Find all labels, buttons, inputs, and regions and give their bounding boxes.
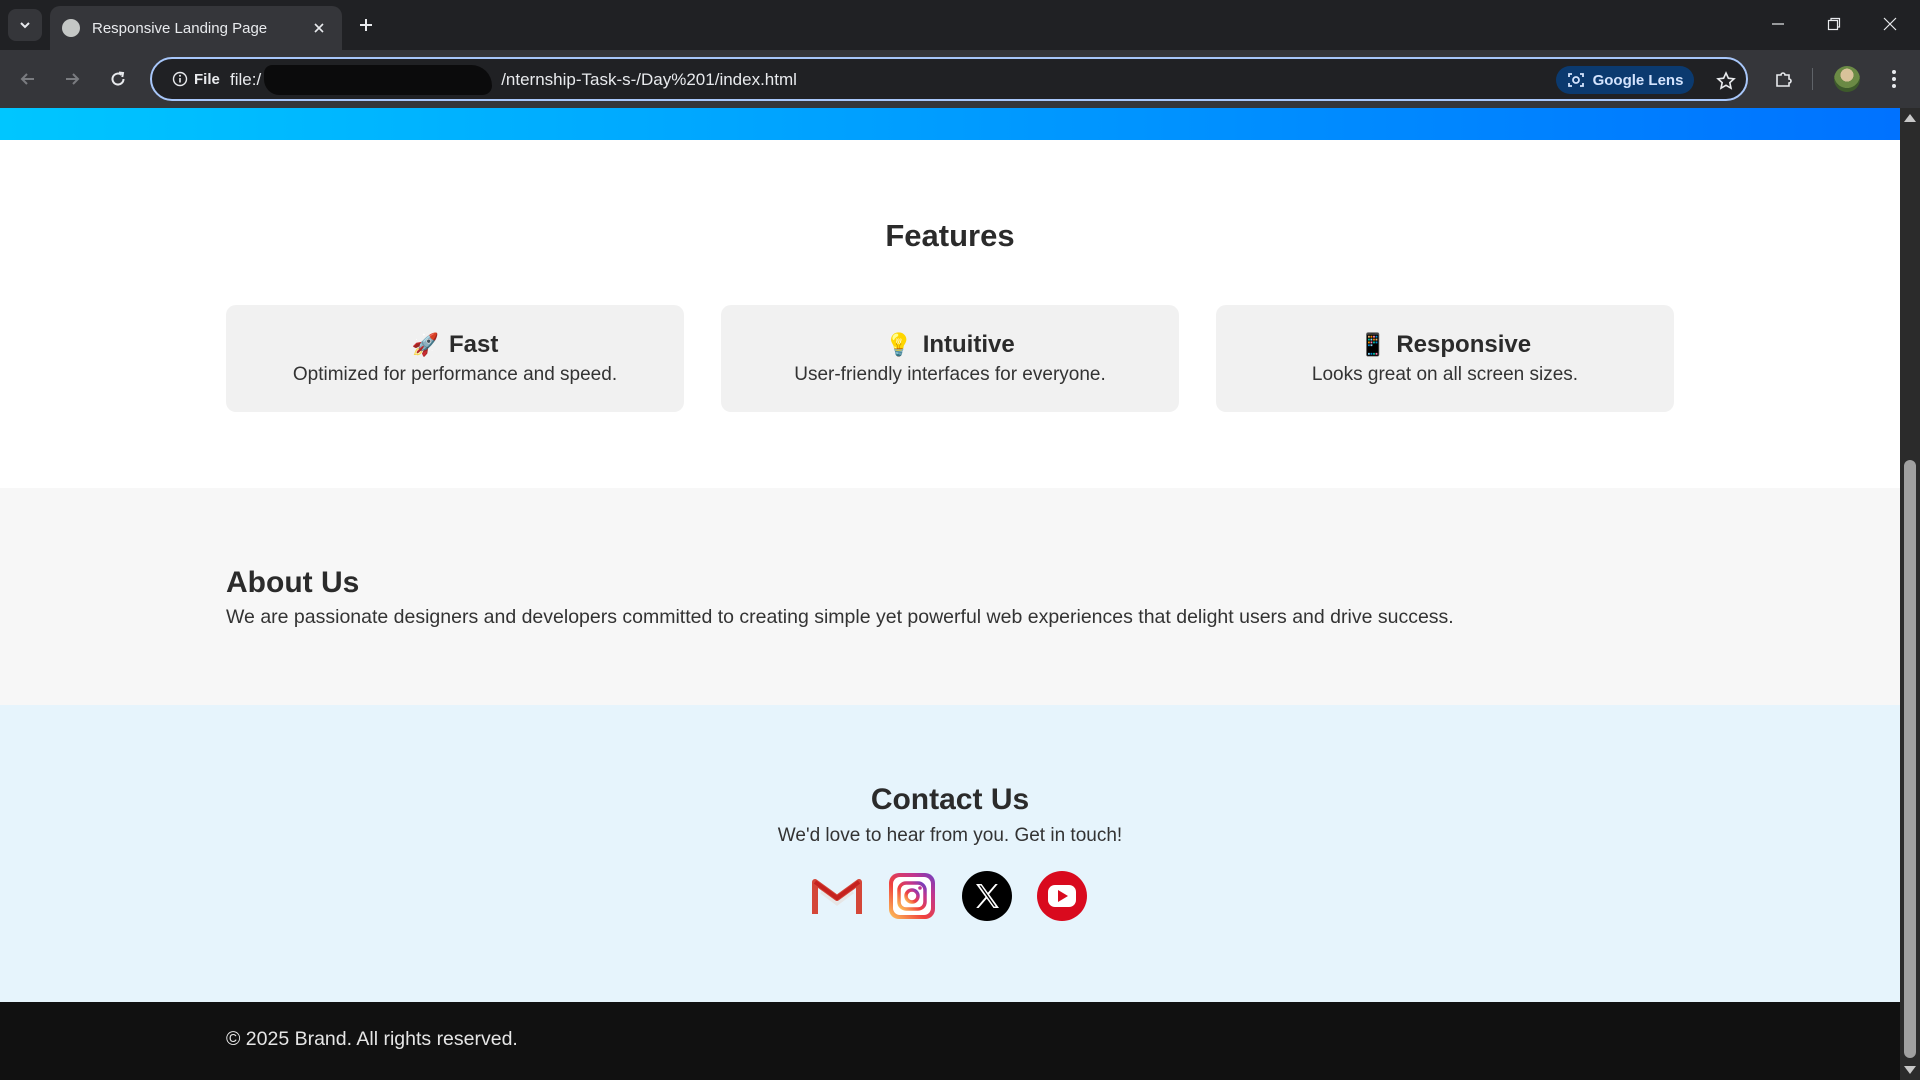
address-bar[interactable]: File file:/ /nternship-Task-s-/Day%201/in… — [150, 57, 1748, 101]
tab-search-button[interactable] — [8, 9, 42, 41]
about-text: We are passionate designers and develope… — [226, 606, 1454, 628]
page-viewport: Features 🚀 Fast Optimized for performanc… — [0, 108, 1900, 1080]
instagram-icon — [889, 873, 935, 919]
footer-copyright: © 2025 Brand. All rights reserved. — [226, 1028, 518, 1050]
feature-cards: 🚀 Fast Optimized for performance and spe… — [226, 305, 1674, 412]
extensions-button[interactable] — [1766, 61, 1802, 97]
redaction-scribble — [264, 65, 492, 95]
window-close-button[interactable] — [1862, 0, 1918, 48]
feature-card-responsive: 📱 Responsive Looks great on all screen s… — [1216, 305, 1674, 412]
browser-tab[interactable]: Responsive Landing Page — [50, 6, 342, 50]
x-link[interactable] — [962, 871, 1012, 921]
google-lens-button[interactable]: Google Lens — [1556, 66, 1694, 94]
youtube-icon — [1037, 871, 1087, 921]
restore-button[interactable] — [1806, 0, 1862, 48]
gmail-link[interactable] — [812, 871, 862, 921]
site-chip-label: File — [194, 70, 220, 88]
url-suffix: /nternship-Task-s-/Day%201/index.html — [501, 70, 797, 89]
about-section: About Us We are passionate designers and… — [0, 488, 1900, 705]
close-icon — [1883, 17, 1897, 31]
instagram-link[interactable] — [887, 871, 937, 921]
kebab-menu-icon — [1892, 70, 1896, 88]
x-icon — [962, 871, 1012, 921]
feature-card-desc: Optimized for performance and speed. — [292, 364, 618, 385]
scroll-down-arrow-icon[interactable] — [1904, 1066, 1916, 1074]
site-info-chip[interactable]: File — [164, 66, 228, 92]
star-icon — [1716, 71, 1736, 90]
youtube-link[interactable] — [1037, 871, 1087, 921]
url-prefix: file:/ — [230, 70, 262, 89]
contact-subtitle: We'd love to hear from you. Get in touch… — [777, 825, 1123, 846]
new-tab-button[interactable] — [352, 11, 380, 39]
info-icon — [172, 71, 188, 87]
minimize-button[interactable] — [1750, 0, 1806, 48]
contact-section: Contact Us We'd love to hear from you. G… — [0, 705, 1900, 1002]
bookmark-star-button[interactable] — [1712, 67, 1740, 95]
reload-button[interactable] — [100, 61, 136, 97]
rocket-icon: 🚀 — [411, 332, 440, 357]
page-footer: © 2025 Brand. All rights reserved. — [0, 1002, 1900, 1080]
browser-menu-button[interactable] — [1876, 61, 1912, 97]
feature-card-desc: Looks great on all screen sizes. — [1311, 364, 1579, 385]
globe-icon — [62, 19, 80, 37]
arrow-left-icon — [20, 73, 34, 85]
features-section: Features 🚀 Fast Optimized for performanc… — [0, 140, 1900, 488]
feature-card-title: Fast — [449, 331, 499, 358]
plus-icon — [360, 19, 372, 31]
puzzle-icon — [1776, 72, 1792, 87]
google-lens-label: Google Lens — [1592, 71, 1684, 89]
feature-card-title: Responsive — [1396, 331, 1532, 358]
reload-icon — [111, 71, 125, 86]
gmail-icon — [812, 879, 862, 914]
lens-icon — [1567, 73, 1584, 87]
arrow-right-icon — [66, 73, 80, 85]
chevron-down-icon — [20, 22, 30, 29]
feature-card-title: Intuitive — [922, 331, 1015, 358]
close-icon — [314, 23, 324, 33]
tab-title: Responsive Landing Page — [92, 19, 268, 37]
minimize-icon — [1772, 23, 1784, 25]
about-title: About Us — [226, 566, 360, 599]
feature-card-fast: 🚀 Fast Optimized for performance and spe… — [226, 305, 684, 412]
profile-avatar[interactable] — [1834, 66, 1860, 92]
tab-close-button[interactable] — [308, 17, 330, 39]
contact-title: Contact Us — [870, 783, 1030, 816]
hero-gradient-strip — [0, 108, 1900, 140]
toolbar-divider — [1812, 68, 1813, 90]
features-title: Features — [885, 218, 1015, 253]
back-button[interactable] — [10, 61, 46, 97]
scroll-up-arrow-icon[interactable] — [1904, 114, 1916, 122]
scrollbar-thumb[interactable] — [1904, 460, 1916, 1058]
lightbulb-icon: 💡 — [885, 332, 913, 357]
restore-icon — [1827, 17, 1841, 31]
phone-icon: 📱 — [1358, 332, 1387, 357]
feature-card-desc: User-friendly interfaces for everyone. — [794, 364, 1106, 385]
feature-card-intuitive: 💡 Intuitive User-friendly interfaces for… — [721, 305, 1179, 412]
social-links — [812, 871, 1087, 921]
vertical-scrollbar[interactable] — [1900, 108, 1920, 1080]
browser-titlebar: Responsive Landing Page — [0, 0, 1920, 50]
forward-button[interactable] — [54, 61, 90, 97]
